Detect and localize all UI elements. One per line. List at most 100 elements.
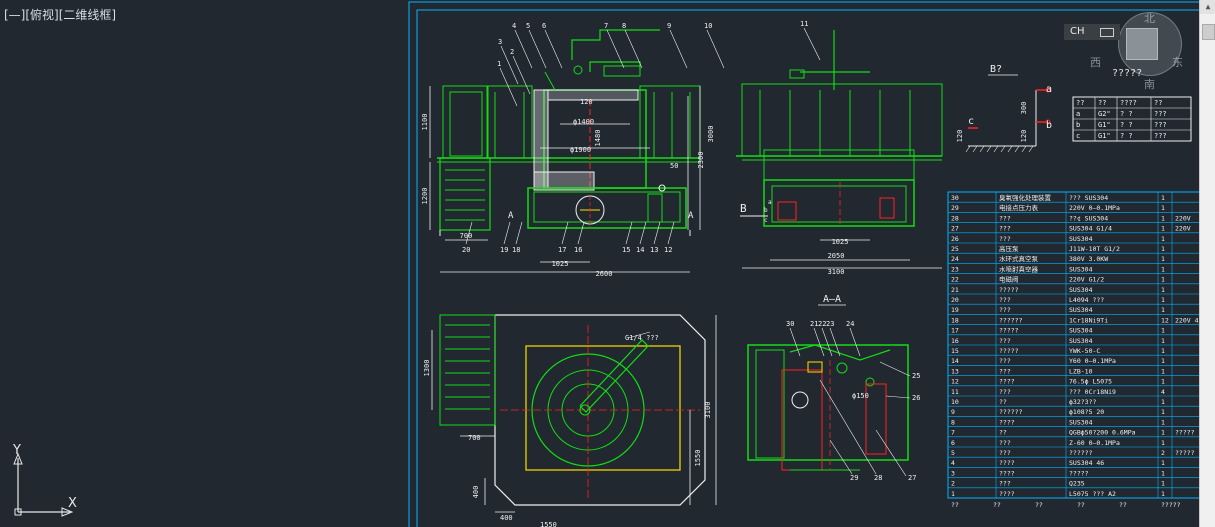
bom-cell: SUS304 <box>1069 337 1093 345</box>
plan-note-label: G1/4 ??? <box>625 334 659 342</box>
bom-cell: 28 <box>951 214 959 222</box>
bom-cell: 11 <box>951 388 959 396</box>
bom-cell: 12 <box>951 378 959 386</box>
dim-label: ϕ1900 <box>570 146 591 154</box>
bom-cell: 18 <box>951 316 959 324</box>
bom-cell: ϕ108?5 20 <box>1069 408 1104 416</box>
front-stairs <box>439 157 491 231</box>
callout-number: 14 <box>636 246 644 254</box>
bom-cell: ??? <box>999 449 1011 457</box>
dim-label: 700 <box>460 232 473 240</box>
detail-ground-hatch <box>1021 145 1027 153</box>
bom-cell: 17 <box>951 327 959 335</box>
detail-nozzle-label: a <box>1046 84 1052 95</box>
dim-label: 1025 <box>552 260 569 268</box>
bom-cell: 4 <box>1161 388 1165 396</box>
callout-number: 10 <box>704 22 712 30</box>
section-aux-tank <box>865 383 887 455</box>
bom-cell: 1 <box>1161 378 1165 386</box>
dim-label: 1300 <box>423 360 431 377</box>
bom-cell: 1 <box>1161 367 1165 375</box>
nozzle-table-cell: ???? <box>1120 99 1137 107</box>
compass-south-label: 南 <box>1144 78 1155 91</box>
detail-ground-hatch <box>986 145 992 153</box>
bom-cell: 1 <box>1161 245 1165 253</box>
bom-cell: 1 <box>1161 276 1165 284</box>
bom-cell: 16 <box>951 337 959 345</box>
front-lower-frame-inner <box>533 191 681 223</box>
scroll-up-arrow-icon[interactable]: ▲ <box>1200 0 1215 14</box>
compass-north-label: 北 <box>1144 12 1155 25</box>
callout-leader <box>515 221 523 245</box>
section-manifold <box>789 344 891 361</box>
detail-ground-hatch <box>1007 145 1013 153</box>
bom-cell: 1 <box>1161 418 1165 426</box>
section-view-title: A—A <box>823 294 841 305</box>
dim-label: 120 <box>956 130 964 143</box>
callout-leader <box>544 29 563 69</box>
nozzle-label: b <box>764 207 768 214</box>
cad-drawing[interactable]: A A110012007001025260030002300501480ϕ1400… <box>0 0 1200 527</box>
section-port <box>791 391 809 409</box>
nozzle-table-cell: G1" <box>1098 132 1111 140</box>
bom-cell: 1 <box>1161 235 1165 243</box>
view-arrow-label: B <box>740 202 747 215</box>
language-bar[interactable]: CH <box>1064 24 1120 40</box>
bom-cell: 1 <box>1161 357 1165 365</box>
ucs-y-label: Y <box>13 443 21 458</box>
bom-cell: 1 <box>1161 347 1165 355</box>
nozzle-table-cell: b <box>1076 121 1080 129</box>
bom-cell: ????? <box>1175 449 1195 457</box>
keyboard-icon <box>1100 28 1114 37</box>
side-vessel-top <box>763 149 915 181</box>
front-right-railing <box>639 85 701 159</box>
detail-nozzle-label: b <box>1046 120 1052 131</box>
callout-number: 26 <box>912 394 920 402</box>
callout-leader <box>669 29 688 69</box>
detail-ground-hatch <box>979 145 985 153</box>
scrollbar-thumb[interactable] <box>1202 24 1215 40</box>
wcs-menu-label[interactable]: ????? <box>1112 68 1142 79</box>
dim-label: 1550 <box>540 521 557 527</box>
plan-agitator-arm <box>579 339 649 413</box>
bom-cell: ??? <box>999 235 1011 243</box>
viewcube-top-face[interactable] <box>1126 28 1158 60</box>
callout-number: 13 <box>650 246 658 254</box>
bom-cell: YWK-50-C <box>1069 347 1100 355</box>
bom-cell: 24 <box>951 255 959 263</box>
callout-number: 16 <box>574 246 582 254</box>
bom-cell: 1 <box>1161 306 1165 314</box>
bom-cell: 1 <box>1161 408 1165 416</box>
bom-cell: 5 <box>951 449 955 457</box>
callout-leader <box>829 439 853 475</box>
bom-cell: 3 <box>951 469 955 477</box>
bom-cell: 14 <box>951 357 959 365</box>
bom-cell: 2 <box>951 480 955 488</box>
bom-cell: 29 <box>951 204 959 212</box>
viewcube[interactable]: 北 南 东 西 CH ????? <box>1060 12 1200 98</box>
model-space-canvas[interactable]: A A 1100 1200 700 1025 2600 3000 2300 50 1480 ϕ1400… <box>0 0 1215 527</box>
callout-number: 6 <box>542 22 546 30</box>
bom-footer-cell: ????? <box>1161 501 1181 509</box>
dim-label: ϕ1400 <box>573 118 594 126</box>
callout-number: 1 <box>497 60 501 68</box>
callout-leader <box>879 361 911 377</box>
bom-cell: 1 <box>1161 255 1165 263</box>
bom-cell: 220V <box>1175 214 1191 222</box>
dim-label: 1100 <box>421 114 429 131</box>
bom-cell: ???? <box>999 469 1015 477</box>
bom-cell: 8 <box>951 418 955 426</box>
dim-label: 120 <box>580 98 593 106</box>
callout-number: 28 <box>874 474 882 482</box>
bom-cell: 1 <box>1161 286 1165 294</box>
bom-cell: SUS304 <box>1069 235 1093 243</box>
side-pump-box <box>777 201 797 221</box>
bom-cell: 水喷射真空器 <box>999 264 1039 273</box>
viewport-controls-label[interactable]: [—][俯视][二维线框] <box>4 6 116 23</box>
front-gauge-box <box>647 193 663 223</box>
vertical-scrollbar[interactable]: ▲ <box>1199 0 1215 527</box>
nozzle-table-cell: ?? <box>1076 99 1084 107</box>
bom-footer-cell: ?? <box>1035 501 1043 509</box>
bom-cell: 1 <box>1161 439 1165 447</box>
callout-number: 2 <box>510 48 514 56</box>
